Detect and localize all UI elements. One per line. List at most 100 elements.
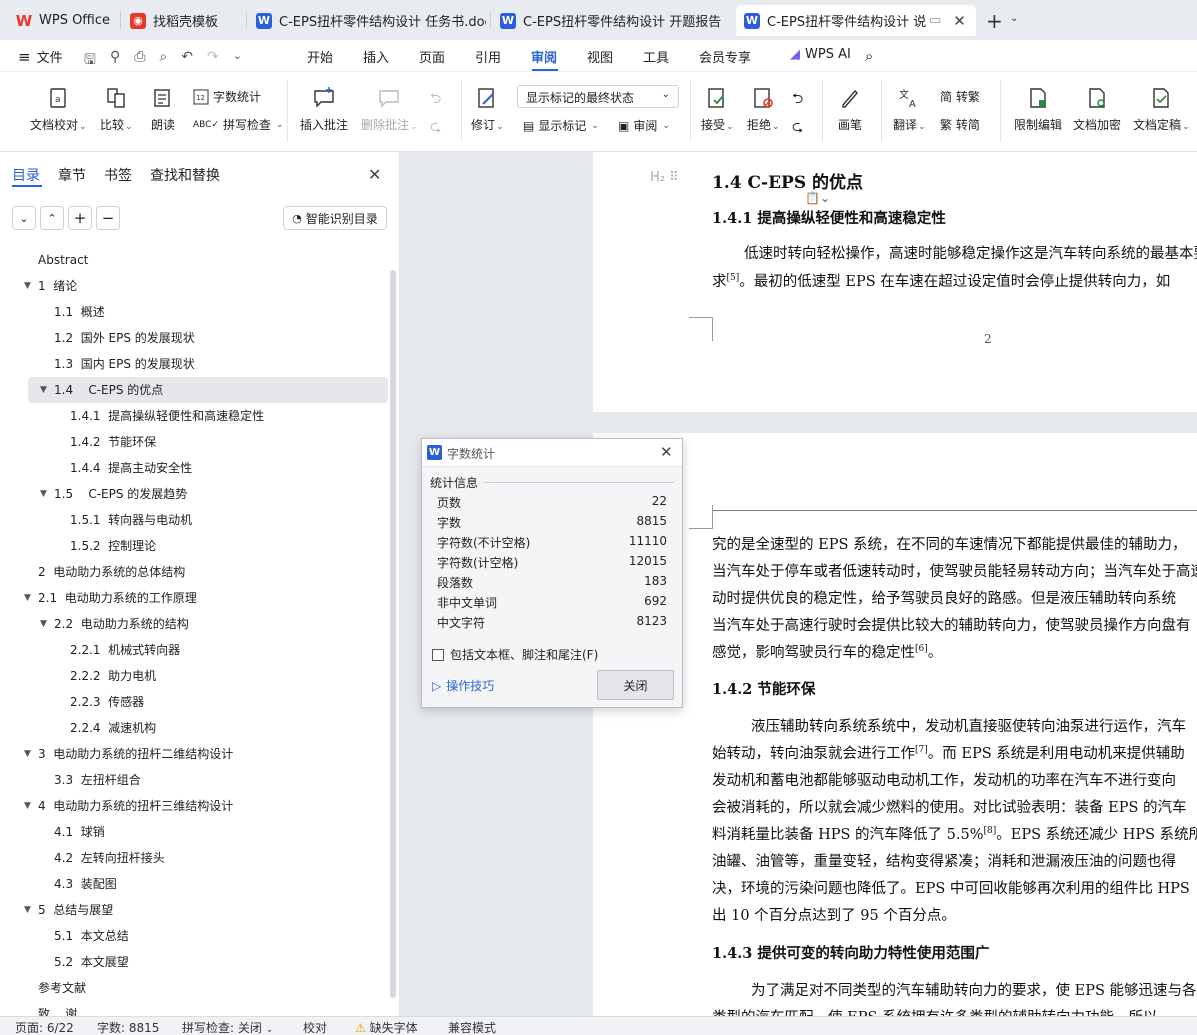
more-chevron-icon[interactable]: ⌄: [233, 49, 242, 73]
smart-toc-button[interactable]: ◔ 智能识别目录: [283, 206, 387, 230]
toc-item[interactable]: 1.1 概述: [0, 299, 390, 325]
next-comment-icon[interactable]: ⮎: [430, 116, 441, 140]
include-textbox-checkbox[interactable]: 包括文本框、脚注和尾注(F): [432, 646, 598, 663]
print-icon[interactable]: ⎙: [134, 49, 145, 73]
encrypt-button[interactable]: 文档加密: [1073, 86, 1121, 133]
toc-item[interactable]: ▼ 2.1 电动助力系统的工作原理: [0, 585, 390, 611]
toc-item[interactable]: 2.2.4 减速机构: [0, 715, 390, 741]
menu-member[interactable]: 会员专享: [699, 47, 751, 66]
read-aloud-button[interactable]: 朗读: [151, 86, 175, 133]
to-traditional-button[interactable]: 简 转繁: [940, 88, 980, 105]
toc-item[interactable]: ▼ 2.2 电动助力系统的结构: [0, 611, 390, 637]
expand-arrow-icon[interactable]: ▼: [24, 793, 31, 819]
menu-insert[interactable]: 插入: [363, 47, 389, 66]
close-pane-icon[interactable]: ✕: [368, 165, 381, 184]
next-change-icon[interactable]: ⮎: [792, 116, 803, 140]
tab-docer-templates[interactable]: ◉ 找稻壳模板: [122, 5, 242, 36]
toc-item[interactable]: 1.5.2 控制理论: [0, 533, 390, 559]
prev-comment-icon[interactable]: ⮌: [430, 88, 441, 112]
spell-check-button[interactable]: ABC✓ 拼写检查 ⌄: [193, 116, 284, 133]
expand-arrow-icon[interactable]: ▼: [24, 273, 31, 299]
status-missing-font[interactable]: ⚠ 缺失字体: [355, 1019, 418, 1035]
tips-link[interactable]: ▷ 操作技巧: [432, 677, 494, 694]
toc-item[interactable]: 2.2.1 机械式转向器: [0, 637, 390, 663]
wps-ai-button[interactable]: ◢ WPS AI: [790, 47, 851, 62]
markup-state-select[interactable]: 显示标记的最终状态 ⌄: [517, 85, 679, 108]
screen-icon[interactable]: ▭: [929, 13, 941, 28]
close-button[interactable]: 关闭: [597, 670, 674, 700]
insert-comment-button[interactable]: 插入批注: [300, 86, 348, 133]
toc-item[interactable]: Abstract: [0, 247, 390, 273]
search-icon[interactable]: ⌕: [865, 47, 873, 65]
status-page[interactable]: 页面: 6/22: [15, 1019, 74, 1035]
toc-item[interactable]: ▼ 1 绪论: [0, 273, 390, 299]
toc-item[interactable]: 4.1 球销: [0, 819, 390, 845]
close-tab-icon[interactable]: ✕: [953, 12, 966, 30]
new-tab-plus-icon[interactable]: +: [986, 9, 1003, 33]
tab-toc[interactable]: 目录: [12, 165, 40, 185]
toc-item[interactable]: 1.4.1 提高操纵轻便性和高速稳定性: [0, 403, 390, 429]
word-count-button[interactable]: 12 字数统计: [193, 88, 261, 105]
toc-item[interactable]: 4.2 左转向扭杆接头: [0, 845, 390, 871]
toc-item[interactable]: 2.2.2 助力电机: [0, 663, 390, 689]
tab-list-chevron-icon[interactable]: ⌄: [1010, 13, 1018, 24]
pen-button[interactable]: 画笔: [838, 86, 862, 133]
finalize-button[interactable]: 文档定稿⌄: [1133, 86, 1190, 133]
tab-bookmarks[interactable]: 书签: [104, 165, 132, 185]
toc-item[interactable]: 1.3 国内 EPS 的发展现状: [0, 351, 390, 377]
menu-tools[interactable]: 工具: [643, 47, 669, 66]
toc-item[interactable]: 3.3 左扭杆组合: [0, 767, 390, 793]
toc-item[interactable]: 4.3 装配图: [0, 871, 390, 897]
review-pane-button[interactable]: ▣ 审阅 ⌄: [618, 117, 670, 134]
remove-heading-button[interactable]: −: [96, 206, 120, 230]
to-simplified-button[interactable]: 繁 转简: [940, 116, 980, 133]
status-proof[interactable]: 校对: [303, 1019, 327, 1035]
add-heading-button[interactable]: +: [68, 206, 92, 230]
reject-button[interactable]: 拒绝⌄: [747, 86, 780, 133]
compare-button[interactable]: 比较⌄: [100, 86, 133, 133]
link-icon[interactable]: ⚲: [110, 49, 120, 73]
expand-arrow-icon[interactable]: ▼: [24, 585, 31, 611]
print-preview-icon[interactable]: ⌕: [159, 49, 167, 73]
accept-button[interactable]: 接受⌄: [701, 86, 734, 133]
redo-icon[interactable]: ↷: [207, 49, 219, 73]
sidebar-scrollbar[interactable]: [390, 270, 396, 998]
paste-options-icon[interactable]: 📋⌄: [805, 191, 830, 205]
toc-item[interactable]: 1.5.1 转向器与电动机: [0, 507, 390, 533]
expand-arrow-icon[interactable]: ▼: [40, 377, 47, 403]
toc-item[interactable]: 1.2 国外 EPS 的发展现状: [0, 325, 390, 351]
toc-item[interactable]: 2 电动助力系统的总体结构: [0, 559, 390, 585]
expand-up-button[interactable]: ⌃: [40, 206, 64, 230]
undo-icon[interactable]: ↶: [181, 49, 193, 73]
expand-arrow-icon[interactable]: ▼: [24, 897, 31, 923]
prev-change-icon[interactable]: ⮌: [792, 88, 803, 112]
show-markup-button[interactable]: ▤ 显示标记 ⌄: [523, 117, 599, 134]
status-spell[interactable]: 拼写检查: 关闭 ⌄: [182, 1019, 273, 1035]
toc-item[interactable]: 5.1 本文总结: [0, 923, 390, 949]
revise-button[interactable]: 修订⌄: [471, 86, 504, 133]
tab-find-replace[interactable]: 查找和替换: [150, 165, 220, 185]
tab-chapters[interactable]: 章节: [58, 165, 86, 185]
save-icon[interactable]: 🖫: [84, 49, 96, 73]
toc-item[interactable]: ▼ 5 总结与展望: [0, 897, 390, 923]
menu-page[interactable]: 页面: [419, 47, 445, 66]
status-compat[interactable]: 兼容模式: [448, 1019, 496, 1035]
expand-arrow-icon[interactable]: ▼: [40, 481, 47, 507]
toc-item[interactable]: ▼ 1.4 C-EPS 的优点: [28, 377, 388, 403]
restrict-edit-button[interactable]: 限制编辑: [1014, 86, 1062, 133]
toc-item[interactable]: ▼ 4 电动助力系统的扭杆三维结构设计: [0, 793, 390, 819]
expand-arrow-icon[interactable]: ▼: [24, 741, 31, 767]
delete-comment-button[interactable]: 删除批注⌄: [361, 86, 418, 133]
collapse-all-button[interactable]: ⌄: [12, 206, 36, 230]
tab-proposal-doc[interactable]: W C-EPS扭杆零件结构设计 开题报告.doc: [492, 5, 730, 36]
heading-level-icon[interactable]: H₂ ⠿: [650, 170, 679, 185]
tab-manual-doc[interactable]: W C-EPS扭杆零件结构设计 说明书 ▭ ✕: [736, 5, 976, 36]
menu-start[interactable]: 开始: [307, 47, 333, 66]
toc-item[interactable]: 5.2 本文展望: [0, 949, 390, 975]
toc-item[interactable]: 2.2.3 传感器: [0, 689, 390, 715]
menu-view[interactable]: 视图: [587, 47, 613, 66]
toc-item[interactable]: 1.4.4 提高主动安全性: [0, 455, 390, 481]
toc-item[interactable]: 参考文献: [0, 975, 390, 1001]
dialog-titlebar[interactable]: W 字数统计 ✕: [422, 439, 682, 467]
expand-arrow-icon[interactable]: ▼: [40, 611, 47, 637]
